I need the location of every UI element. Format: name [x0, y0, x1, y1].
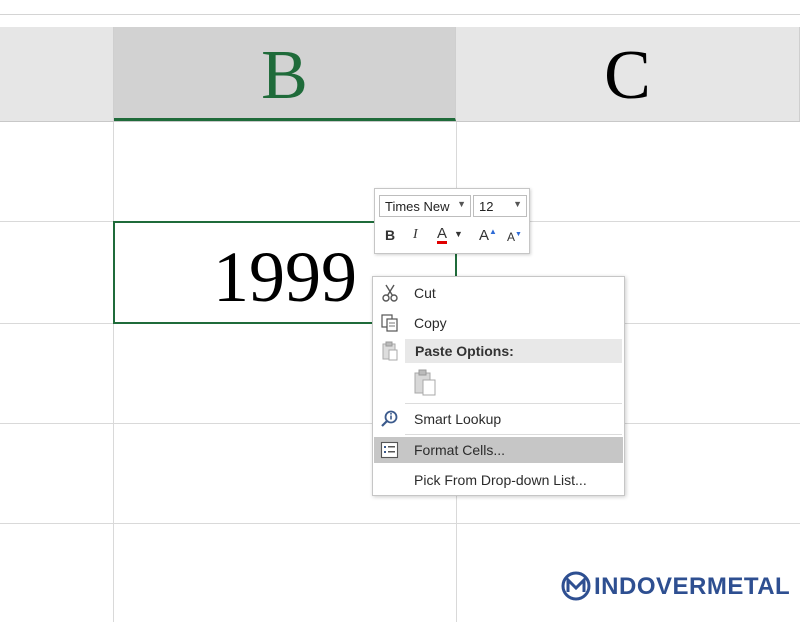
menu-label-format-cells: Format Cells...: [414, 442, 506, 458]
shrink-font-label: A: [507, 230, 516, 244]
caret-down-icon: ▼: [515, 231, 522, 238]
grow-font-label: A: [479, 227, 490, 244]
menu-item-cut[interactable]: Cut: [374, 280, 623, 306]
menu-item-pick-list[interactable]: Pick From Drop-down List...: [374, 467, 623, 493]
gridline-v: [113, 122, 114, 622]
shrink-font-button[interactable]: A▼: [507, 230, 522, 244]
chevron-down-icon[interactable]: ▼: [454, 229, 463, 239]
chevron-down-icon: ▼: [457, 199, 466, 209]
menu-label-smart-lookup: Smart Lookup: [414, 411, 502, 427]
gridline-h: [0, 523, 800, 524]
paste-options-header: Paste Options:: [405, 339, 622, 363]
paste-icon[interactable]: [413, 369, 439, 397]
font-size-combo[interactable]: 12 ▼: [473, 195, 527, 217]
chevron-down-icon: ▼: [513, 199, 522, 209]
font-size-value: 12: [479, 199, 494, 214]
context-menu: Cut Copy Paste Options: Smart Lookup For…: [372, 276, 625, 496]
column-header-c[interactable]: C: [456, 27, 800, 121]
ribbon-edge: [0, 0, 800, 15]
brand-name: INDOVERMETAL: [594, 573, 791, 600]
smart-lookup-icon: [380, 410, 400, 428]
menu-label-copy: Copy: [414, 315, 447, 331]
menu-item-copy[interactable]: Copy: [374, 310, 623, 336]
font-color-button[interactable]: A: [437, 226, 448, 244]
font-name-value: Times New: [385, 199, 450, 214]
column-letter-b: B: [261, 37, 308, 114]
scissors-icon: [380, 284, 400, 302]
menu-label-cut: Cut: [414, 285, 436, 301]
caret-up-icon: ▲: [489, 227, 497, 236]
italic-button[interactable]: I: [413, 227, 418, 243]
menu-separator: [405, 403, 622, 404]
bold-button[interactable]: B: [385, 227, 395, 243]
column-letter-c: C: [604, 37, 651, 114]
menu-item-smart-lookup[interactable]: Smart Lookup: [374, 406, 623, 432]
header-divider: [0, 121, 800, 122]
clipboard-icon: [380, 341, 400, 361]
paste-options-label: Paste Options:: [415, 343, 514, 359]
mini-toolbar: Times New ▼ 12 ▼ B I A ▼ A▲ A▼: [374, 188, 530, 254]
column-header-b[interactable]: B: [114, 27, 456, 121]
grow-font-button[interactable]: A▲: [479, 227, 497, 244]
font-name-combo[interactable]: Times New ▼: [379, 195, 471, 217]
brand-logo-icon: [560, 570, 592, 602]
format-cells-icon: [380, 441, 400, 459]
column-header-a[interactable]: [0, 27, 114, 121]
copy-icon: [380, 314, 400, 332]
menu-item-format-cells[interactable]: Format Cells...: [374, 437, 623, 463]
menu-label-pick-list: Pick From Drop-down List...: [414, 472, 587, 488]
menu-separator: [405, 434, 622, 435]
